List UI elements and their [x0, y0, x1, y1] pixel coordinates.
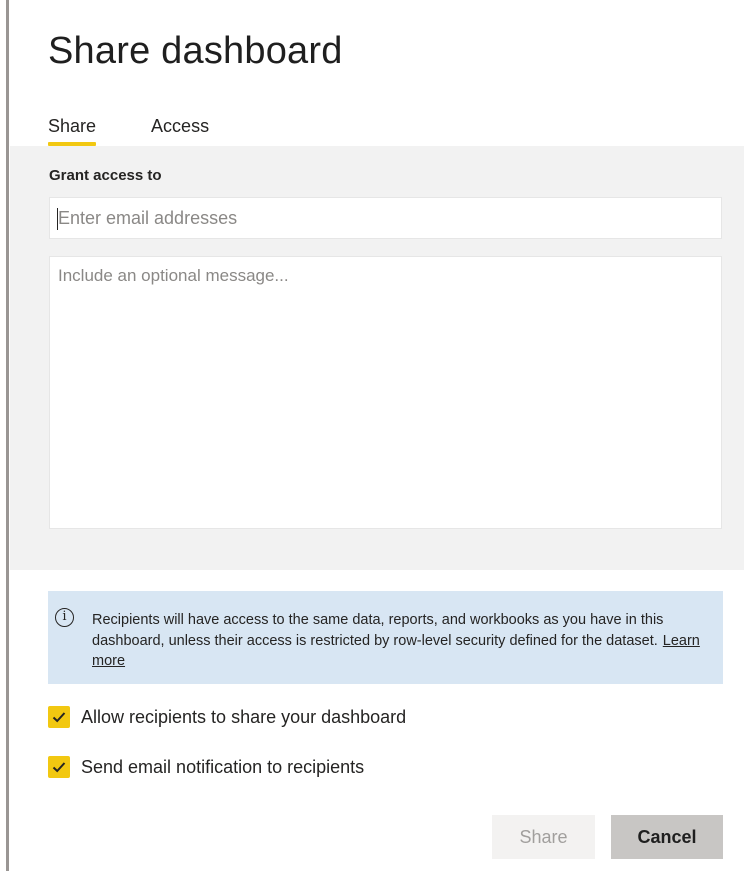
option-email-notification: Send email notification to recipients — [48, 756, 364, 778]
dialog-title: Share dashboard — [48, 30, 343, 72]
email-addresses-input[interactable] — [49, 197, 722, 239]
share-dashboard-dialog: Share dashboard Share Access Grant acces… — [0, 0, 744, 871]
allow-sharing-checkbox[interactable] — [48, 706, 70, 728]
email-notification-label: Send email notification to recipients — [81, 756, 365, 777]
share-button[interactable]: Share — [492, 815, 595, 859]
text-caret — [57, 208, 58, 230]
tab-bar: Share Access — [48, 116, 209, 146]
info-message-text: Recipients will have access to the same … — [92, 612, 664, 649]
option-allow-sharing: Allow recipients to share your dashboard — [48, 706, 406, 728]
info-icon: i — [55, 608, 74, 627]
cancel-button[interactable]: Cancel — [611, 815, 723, 859]
tab-access[interactable]: Access — [151, 116, 209, 145]
checkmark-icon — [52, 762, 66, 773]
window-edge — [6, 0, 9, 871]
allow-sharing-label: Allow recipients to share your dashboard — [81, 706, 407, 727]
optional-message-textarea[interactable] — [49, 256, 722, 529]
grant-access-label: Grant access to — [49, 167, 162, 184]
checkmark-icon — [52, 712, 66, 723]
email-notification-checkbox[interactable] — [48, 756, 70, 778]
info-message: Recipients will have access to the same … — [92, 610, 712, 672]
tab-share[interactable]: Share — [48, 116, 97, 146]
